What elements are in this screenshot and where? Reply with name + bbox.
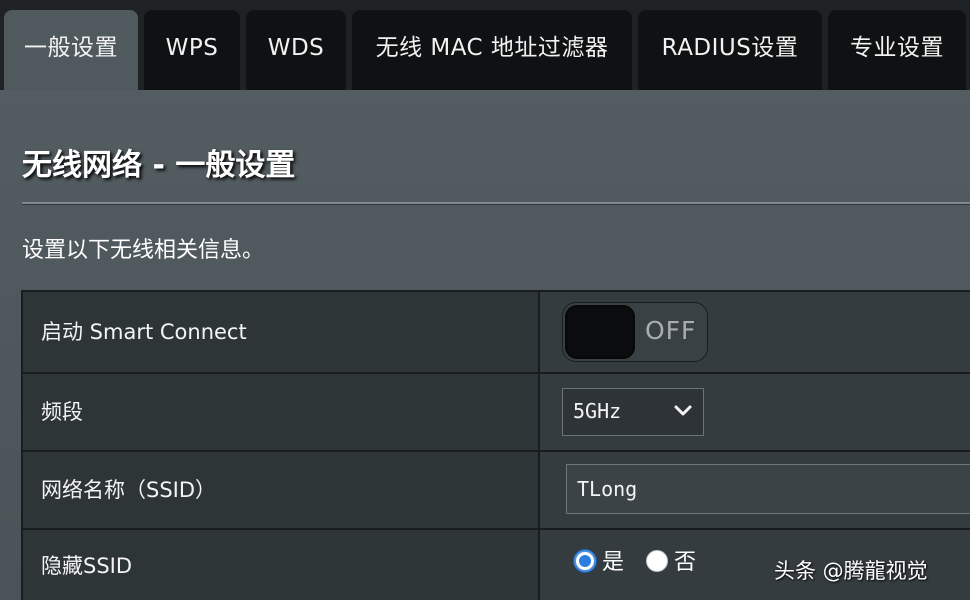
- row-value-cell: 5GHz: [540, 374, 970, 450]
- smart-connect-label: 启动 Smart Connect: [41, 320, 247, 344]
- table-row-ssid: 网络名称（SSID）: [23, 452, 970, 530]
- tab-general-settings[interactable]: 一般设置: [4, 10, 138, 90]
- hide-ssid-no-label: 否: [674, 550, 697, 575]
- chevron-down-icon: [674, 405, 692, 416]
- row-label-cell: 隐藏SSID: [23, 530, 540, 600]
- hide-ssid-yes-label: 是: [602, 550, 625, 575]
- tab-mac-filter[interactable]: 无线 MAC 地址过滤器: [352, 10, 632, 90]
- hide-ssid-label: 隐藏SSID: [41, 554, 133, 578]
- toggle-knob[interactable]: [565, 305, 635, 359]
- router-settings-window: 一般设置 WPS WDS 无线 MAC 地址过滤器 RADIUS设置 专业设置 …: [0, 0, 970, 600]
- tab-professional-settings[interactable]: 专业设置: [828, 10, 966, 90]
- smart-connect-toggle[interactable]: OFF: [562, 302, 708, 362]
- hide-ssid-yes-radio[interactable]: [574, 550, 596, 572]
- tab-radius-settings[interactable]: RADIUS设置: [638, 10, 822, 90]
- ssid-label: 网络名称（SSID）: [41, 478, 217, 502]
- band-select-value: 5GHz: [573, 399, 622, 423]
- row-label-cell: 网络名称（SSID）: [23, 452, 540, 528]
- row-label-cell: 启动 Smart Connect: [23, 292, 540, 372]
- ssid-input[interactable]: [566, 464, 970, 514]
- settings-panel: 无线网络 - 一般设置 设置以下无线相关信息。 启动 Smart Connect…: [0, 90, 970, 600]
- watermark: 头条 @腾龍视觉: [774, 559, 928, 583]
- band-select[interactable]: 5GHz: [562, 388, 704, 436]
- settings-table: 启动 Smart Connect OFF 频段 5GHz 网络名称（SSID） …: [21, 290, 970, 600]
- tab-bar: 一般设置 WPS WDS 无线 MAC 地址过滤器 RADIUS设置 专业设置: [0, 0, 970, 90]
- hide-ssid-no-radio[interactable]: [646, 550, 668, 572]
- tab-wps[interactable]: WPS: [144, 10, 240, 90]
- band-label: 频段: [41, 400, 83, 424]
- page-title: 无线网络 - 一般设置: [22, 148, 296, 183]
- row-value-cell: [540, 452, 970, 528]
- toggle-state-text: OFF: [645, 316, 697, 345]
- row-value-cell: OFF: [540, 292, 970, 372]
- table-row-smart-connect: 启动 Smart Connect OFF: [23, 292, 970, 374]
- page-description: 设置以下无线相关信息。: [22, 238, 265, 263]
- row-label-cell: 频段: [23, 374, 540, 450]
- title-divider: [22, 202, 970, 205]
- tab-wds[interactable]: WDS: [246, 10, 346, 90]
- table-row-band: 频段 5GHz: [23, 374, 970, 452]
